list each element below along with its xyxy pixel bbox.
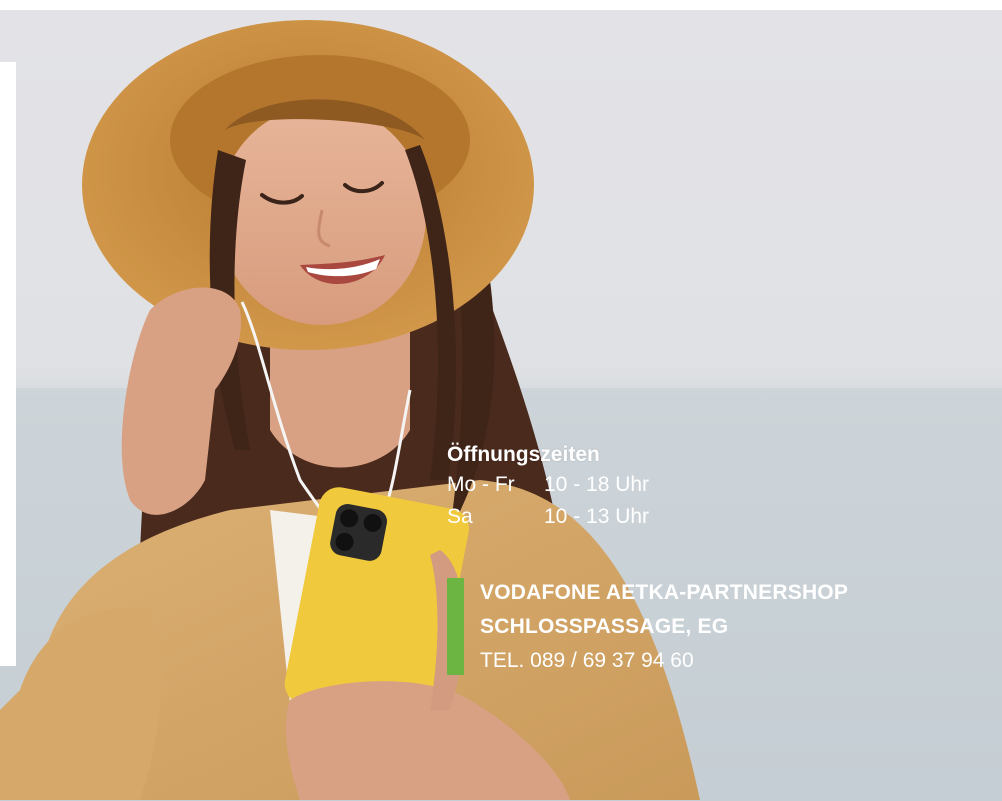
hours-time: 10 - 13 Uhr (544, 505, 650, 528)
photo-frame (0, 10, 1002, 801)
address-block: VODAFONE AETKA-PARTNERSHOP SCHLOSSPASSAG… (480, 576, 848, 678)
left-white-panel (0, 62, 16, 666)
hours-row: Mo - Fr 10 - 18 Uhr (447, 469, 649, 501)
hours-time: 10 - 18 Uhr (544, 473, 650, 496)
shop-phone[interactable]: TEL. 089 / 69 37 94 60 (480, 644, 848, 678)
hours-day: Mo - Fr (447, 473, 515, 496)
hours-day: Sa (447, 505, 473, 528)
opening-hours: Öffnungszeiten Mo - Fr 10 - 18 Uhr Sa 10… (447, 441, 649, 533)
accent-bar (447, 578, 464, 675)
shop-location: SCHLOSSPASSAGE, EG (480, 615, 729, 638)
beach-photo (0, 10, 1002, 801)
shop-name: VODAFONE AETKA-PARTNERSHOP (480, 581, 849, 604)
hours-row: Sa 10 - 13 Uhr (447, 501, 649, 533)
hours-title: Öffnungszeiten (447, 443, 600, 466)
